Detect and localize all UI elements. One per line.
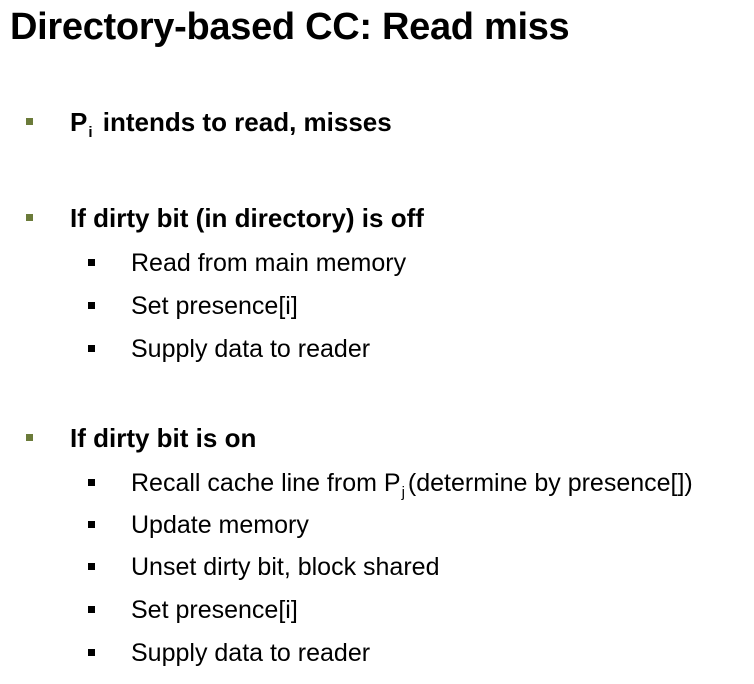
sub-bullet-text: Supply data to reader	[131, 335, 371, 363]
bullet-dirty-off: If dirty bit (in directory) is off	[0, 202, 754, 234]
sub-bullet: Set presence[i]	[0, 595, 754, 625]
square-bullet-icon	[88, 649, 95, 656]
square-bullet-icon	[88, 563, 95, 570]
sub-bullet: Supply data to reader	[0, 334, 754, 364]
square-bullet-icon	[88, 259, 95, 266]
square-bullet-icon	[88, 302, 95, 309]
processor-label: P	[70, 107, 88, 137]
processor-subscript: j	[401, 484, 405, 501]
bullet-text: If dirty bit (in directory) is off	[70, 203, 424, 233]
square-bullet-icon	[88, 521, 95, 528]
sub-bullet-text: Read from main memory	[131, 249, 407, 277]
sub-bullet-text: Recall cache line from Pj (determine by p…	[131, 468, 693, 502]
bullet-dirty-on: If dirty bit is on	[0, 422, 754, 454]
square-bullet-icon	[26, 214, 33, 221]
processor-subscript: i	[88, 124, 93, 141]
sub-bullet-text: Set presence[i]	[131, 596, 298, 624]
sub-bullet: Unset dirty bit, block shared	[0, 552, 754, 582]
sub-bullet: Supply data to reader	[0, 638, 754, 668]
bullet-text-rest: intends to read, misses	[95, 107, 392, 137]
square-bullet-icon	[88, 345, 95, 352]
sub-bullet-text: Unset dirty bit, block shared	[131, 553, 440, 581]
square-bullet-icon	[88, 606, 95, 613]
square-bullet-icon	[26, 118, 33, 125]
recall-prefix: Recall cache line from P	[131, 469, 401, 497]
bullet-text: Pi intends to read, misses	[70, 106, 392, 143]
sub-bullet: Set presence[i]	[0, 291, 754, 321]
bullet-text: If dirty bit is on	[70, 423, 257, 453]
sub-bullet: Update memory	[0, 510, 754, 540]
slide-title: Directory-based CC: Read miss	[10, 6, 570, 48]
sub-bullet-text: Set presence[i]	[131, 292, 298, 320]
recall-rest: (determine by presence[])	[407, 469, 693, 497]
sub-bullet: Read from main memory	[0, 248, 754, 278]
sub-bullet-text: Supply data to reader	[131, 639, 371, 667]
sub-bullet: Recall cache line from Pj (determine by p…	[0, 468, 754, 501]
bullet-read-miss: Pi intends to read, misses	[0, 106, 754, 141]
square-bullet-icon	[88, 479, 95, 486]
square-bullet-icon	[26, 434, 33, 441]
sub-bullet-text: Update memory	[131, 511, 309, 539]
